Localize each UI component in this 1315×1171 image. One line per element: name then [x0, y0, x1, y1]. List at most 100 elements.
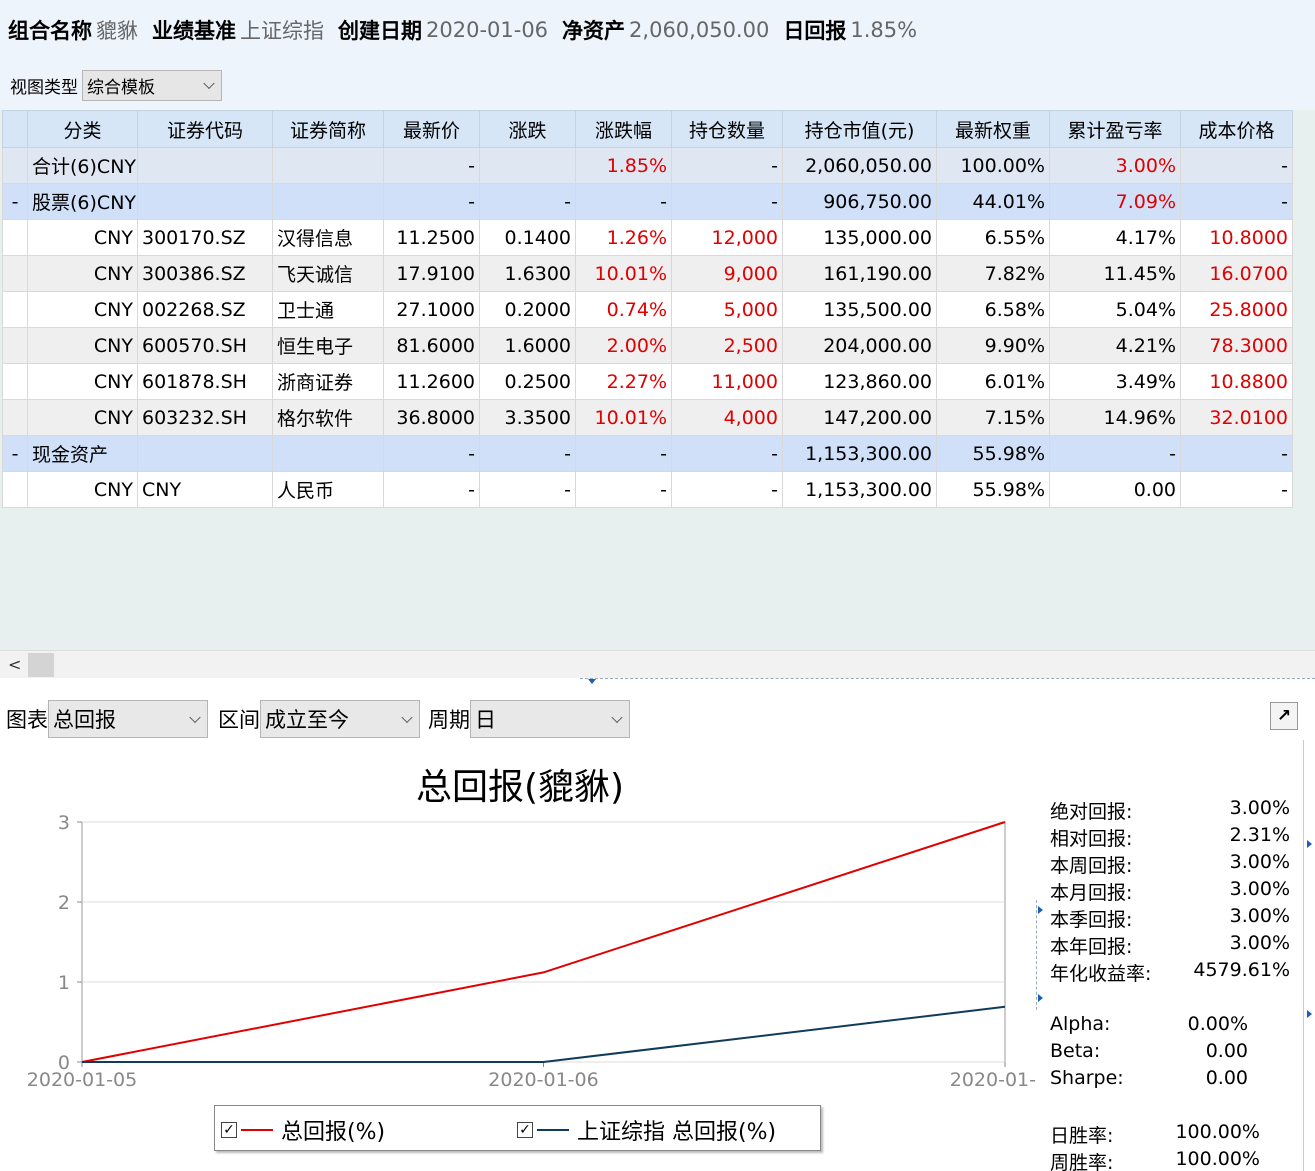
table-row[interactable]: CNY 600570.SH 恒生电子 81.6000 1.6000 2.00% 2,500 2… — [2, 327, 1293, 364]
splitter-arrow-icon[interactable] — [1038, 994, 1043, 1002]
view-type-select[interactable]: 综合模板 — [82, 69, 222, 101]
stat-label: 本年回报: — [1050, 936, 1133, 958]
stat-row: 本年回报: 3.00% — [1050, 932, 1290, 958]
splitter-arrow-icon[interactable] — [1307, 1010, 1312, 1018]
splitter-arrow-icon[interactable] — [588, 679, 596, 684]
table-cell: CNY — [27, 255, 138, 292]
column-header[interactable]: 证券简称 — [272, 110, 384, 148]
legend-checkbox[interactable]: ✓ — [517, 1122, 533, 1138]
table-cell — [272, 147, 384, 184]
column-header[interactable]: 最新权重 — [936, 110, 1050, 148]
right-panel-edge[interactable] — [1303, 740, 1315, 1171]
table-cell: 5,000 — [671, 291, 783, 328]
y-tick-label: 2 — [58, 892, 70, 914]
table-cell — [272, 435, 384, 472]
horizontal-scrollbar[interactable]: < — [0, 650, 1315, 678]
stat-label: 年化收益率: — [1050, 963, 1152, 985]
x-tick-label: 2020-01-05 — [27, 1069, 137, 1091]
column-header[interactable]: 持仓数量 — [671, 110, 783, 148]
table-row[interactable]: - 股票(6)CNY - - - -906,750.00 44.01% 7.09% - — [2, 183, 1293, 220]
expand-toggle[interactable]: - — [2, 183, 28, 220]
period-select[interactable]: 日 — [470, 700, 630, 738]
legend-item-benchmark[interactable]: ✓ 上证综指 总回报(%) — [517, 1114, 776, 1146]
category-currency: CNY — [96, 156, 137, 178]
daily-return-label: 日回报 — [783, 19, 847, 43]
table-row[interactable]: 合计(6)CNY -1.85% -2,060,050.00 100.00% 3.00% - — [2, 147, 1293, 184]
table-cell: 123,860.00 — [782, 363, 937, 400]
view-type-label: 视图类型 — [10, 77, 78, 98]
range-label: 区间 — [218, 708, 260, 732]
period-selected: 日 — [475, 708, 496, 732]
column-header[interactable]: 成本价格 — [1180, 110, 1293, 148]
chevron-down-icon — [611, 711, 623, 724]
stats-splitter[interactable] — [1036, 900, 1044, 1010]
table-cell: 78.3000 — [1180, 327, 1293, 364]
table-row[interactable]: CNY CNY 人民币 - - - -1,153,300.00 55.98% 0.00- — [2, 471, 1293, 508]
table-row[interactable]: - 现金资产 - - - -1,153,300.00 55.98% - - — [2, 435, 1293, 472]
table-cell: 135,000.00 — [782, 219, 937, 256]
legend-checkbox[interactable]: ✓ — [221, 1122, 237, 1138]
table-cell: 10.01% — [575, 399, 672, 436]
category-cell: 股票(6)CNY — [27, 183, 138, 220]
table-cell: - — [1180, 435, 1293, 472]
table-cell: 55.98% — [936, 471, 1050, 508]
column-header[interactable]: 证券代码 — [137, 110, 273, 148]
range-select[interactable]: 成立至今 — [260, 700, 420, 738]
column-header[interactable]: 涨跌幅 — [575, 110, 672, 148]
stat-label: 相对回报: — [1050, 828, 1133, 850]
table-cell: 恒生电子 — [272, 327, 384, 364]
table-cell: CNY — [27, 327, 138, 364]
table-cell: 002268.SZ — [137, 291, 273, 328]
expand-toggle[interactable]: - — [2, 435, 28, 472]
created-date-label: 创建日期 — [338, 19, 422, 43]
table-cell — [137, 147, 273, 184]
stat-row: Beta: 0.00 — [1050, 1040, 1248, 1066]
table-cell: 1,153,300.00 — [782, 435, 937, 472]
table-cell: - — [383, 471, 480, 508]
stat-label: Alpha: — [1050, 1013, 1111, 1035]
plot-area — [81, 821, 1006, 1063]
table-cell — [137, 183, 273, 220]
table-row[interactable]: CNY 002268.SZ 卫士通 27.1000 0.2000 0.74% 5,000 13… — [2, 291, 1293, 328]
column-header[interactable]: 涨跌 — [479, 110, 576, 148]
period-label: 周期 — [428, 708, 470, 732]
legend-item-portfolio[interactable]: ✓ 总回报(%) — [221, 1114, 385, 1146]
table-cell: - — [671, 435, 783, 472]
expand-chart-button[interactable]: ↗ — [1270, 702, 1298, 730]
table-cell: - — [383, 435, 480, 472]
stat-label: 本季回报: — [1050, 909, 1133, 931]
chart-type-selected: 总回报 — [53, 708, 116, 732]
table-row[interactable]: CNY 300386.SZ 飞天诚信 17.9100 1.6300 10.01% 9,000… — [2, 255, 1293, 292]
expander-cell — [2, 255, 28, 292]
scroll-left-icon[interactable]: < — [8, 655, 21, 674]
column-header[interactable]: 最新价 — [383, 110, 480, 148]
category-cell: 现金资产 — [27, 435, 138, 472]
table-cell: - — [575, 471, 672, 508]
chart-type-label: 图表 — [6, 708, 48, 732]
chart-type-select[interactable]: 总回报 — [48, 700, 208, 738]
pane-splitter[interactable] — [580, 678, 1315, 686]
table-cell: 卫士通 — [272, 291, 384, 328]
expander-header — [2, 110, 28, 148]
table-row[interactable]: CNY 300170.SZ 汉得信息 11.2500 0.1400 1.26% 12,000… — [2, 219, 1293, 256]
table-row[interactable]: CNY 601878.SH 浙商证券 11.2600 0.2500 2.27% 11,000… — [2, 363, 1293, 400]
stat-row: 日胜率: 100.00% — [1050, 1121, 1260, 1147]
splitter-arrow-icon[interactable] — [1038, 906, 1043, 914]
table-cell: 14.96% — [1049, 399, 1181, 436]
column-header[interactable]: 累计盈亏率 — [1049, 110, 1181, 148]
stat-value: 4579.61% — [1193, 959, 1290, 981]
column-header[interactable]: 持仓市值(元) — [782, 110, 937, 148]
stat-label: 本月回报: — [1050, 882, 1133, 904]
table-cell: 2,500 — [671, 327, 783, 364]
table-row[interactable]: CNY 603232.SH 格尔软件 36.8000 3.3500 10.01% 4,000… — [2, 399, 1293, 436]
table-cell: 11.2500 — [383, 219, 480, 256]
table-cell — [272, 183, 384, 220]
table-cell: 7.15% — [936, 399, 1050, 436]
table-cell: 81.6000 — [383, 327, 480, 364]
stat-value: 3.00% — [1229, 932, 1290, 954]
table-cell: - — [479, 435, 576, 472]
expander-cell — [2, 471, 28, 508]
column-header[interactable]: 分类 — [27, 110, 138, 148]
scrollbar-thumb[interactable] — [28, 653, 54, 677]
splitter-arrow-icon[interactable] — [1307, 840, 1312, 848]
